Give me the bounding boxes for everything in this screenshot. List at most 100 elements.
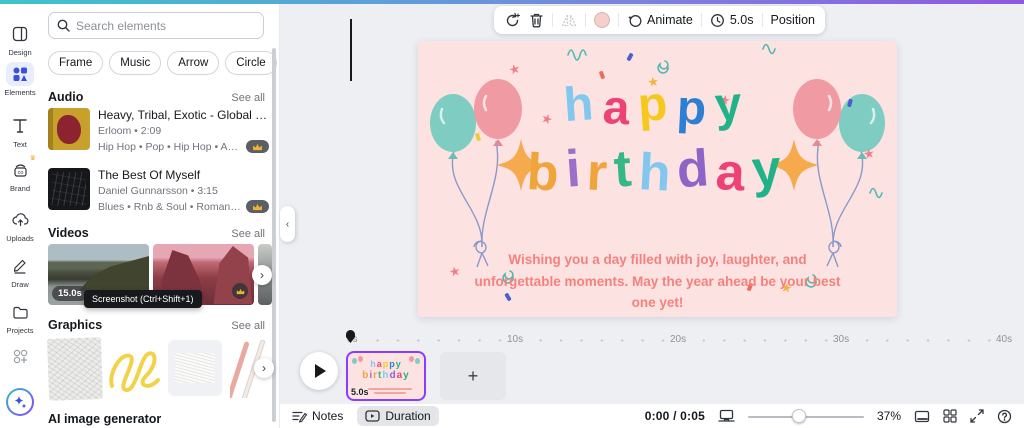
track-meta: Daniel Gunnarsson • 3:15	[98, 185, 269, 197]
toolbar-divider	[552, 13, 553, 27]
animate-icon	[627, 13, 642, 28]
position-button[interactable]: Position	[771, 13, 815, 27]
videos-section-header: Videos See all	[48, 226, 265, 240]
section-title: Videos	[48, 226, 89, 240]
tick-10s: 10s	[504, 334, 526, 345]
graphics-see-all-link[interactable]: See all	[231, 320, 265, 332]
design-page[interactable]: ★ ★ ★ ★ ★ ★ ★ happy birthday Wishing	[418, 41, 897, 317]
track-tags: Blues • Rnb & Soul • Romantic • Laid	[98, 201, 242, 213]
toolbar-divider	[701, 13, 702, 27]
magic-ai-button[interactable]	[0, 388, 40, 416]
audio-section-header: Audio See all	[48, 90, 265, 104]
design-icon	[6, 22, 34, 46]
play-button[interactable]	[300, 352, 338, 390]
panel-collapse-button[interactable]: ‹	[280, 206, 295, 242]
animate-button[interactable]: Animate	[627, 13, 693, 28]
search-icon	[57, 19, 70, 32]
toolbar-divider	[618, 13, 619, 27]
track-title: Heavy, Tribal, Exotic - Global Gan...	[98, 108, 269, 122]
play-icon	[315, 364, 326, 378]
sidebar-item-projects[interactable]: Projects	[0, 300, 40, 335]
timeline-clips: happy birthday 5.0s +	[280, 351, 1024, 403]
sidebar-label: Uploads	[6, 234, 34, 243]
sidebar-item-text[interactable]: Text	[0, 114, 40, 149]
graphic-paper-texture[interactable]	[47, 337, 103, 401]
toolbar-divider	[762, 13, 763, 27]
bottom-bar: Notes Duration 0:00 / 0:05 37%	[280, 404, 1024, 428]
projects-icon	[6, 300, 34, 324]
sidebar-item-brand[interactable]: ♛ co Brand	[0, 158, 40, 193]
notes-icon	[292, 410, 307, 423]
loop-icon[interactable]	[504, 12, 521, 29]
sidebar-label: Projects	[6, 326, 33, 335]
album-art	[48, 108, 90, 150]
chip-arrow[interactable]: Arrow	[167, 51, 219, 75]
sidebar-item-elements[interactable]: Elements	[0, 62, 40, 97]
graphic-yellow-scribble[interactable]	[106, 342, 162, 394]
chip-circle[interactable]: Circle	[225, 51, 276, 75]
tick-40s: 40s	[993, 334, 1015, 345]
duration-toggle-button[interactable]: Duration	[357, 406, 438, 426]
playhead-marker[interactable]	[344, 329, 357, 344]
audio-track-row[interactable]: The Best Of Myself Daniel Gunnarsson • 3…	[48, 168, 269, 216]
videos-next-icon[interactable]: ›	[252, 265, 272, 285]
crown-icon: ♛	[30, 154, 36, 162]
card-subtitle: Wishing you a day filled with joy, laugh…	[466, 249, 849, 314]
notes-button[interactable]: Notes	[292, 409, 343, 423]
sidebar-item-apps[interactable]	[0, 344, 40, 368]
clip-duration-label: 5.0s	[351, 387, 369, 397]
clock-icon	[710, 13, 725, 28]
grid-view-icon[interactable]	[943, 409, 957, 423]
search-box[interactable]	[48, 12, 264, 39]
track-tags: Hip Hop • Pop • Hip Hop • Angry •...	[98, 141, 242, 153]
search-input[interactable]	[76, 19, 246, 33]
zoom-slider-knob[interactable]	[792, 409, 806, 423]
sidebar-item-design[interactable]: Design	[0, 22, 40, 57]
elements-icon	[6, 62, 34, 86]
delete-icon[interactable]	[529, 12, 544, 28]
sidebar-item-draw[interactable]: Draw	[0, 254, 40, 289]
elements-panel: Frame Music Arrow Circle › Audio See all…	[40, 4, 280, 428]
pro-crown-badge	[246, 200, 269, 213]
sidebar-label: Draw	[11, 280, 29, 289]
flip-icon-disabled	[561, 13, 577, 28]
sidebar-label: Elements	[4, 88, 35, 97]
track-meta: Erloom • 2:09	[98, 125, 269, 137]
svg-text:★: ★	[507, 60, 522, 78]
chip-music[interactable]: Music	[109, 51, 161, 75]
window-top-gradient	[0, 0, 1024, 4]
svg-text:co: co	[17, 170, 23, 176]
text-icon	[6, 114, 34, 138]
present-icon[interactable]	[914, 410, 930, 423]
add-page-button[interactable]: +	[440, 352, 506, 400]
ai-section-header: AI image generator	[48, 412, 265, 426]
section-title: Graphics	[48, 318, 102, 332]
timeline-ruler[interactable]: 0s 10s 20s 30s 40s	[280, 330, 1024, 350]
sidebar-item-uploads[interactable]: Uploads	[0, 208, 40, 243]
videos-see-all-link[interactable]: See all	[231, 228, 265, 240]
laptop-icon[interactable]	[718, 409, 735, 423]
section-title: Audio	[48, 90, 83, 104]
headline-birthday: birthday	[418, 145, 897, 197]
sidebar-label: Design	[8, 48, 31, 57]
help-icon[interactable]	[997, 409, 1012, 424]
screenshot-tooltip: Screenshot (Ctrl+Shift+1)	[84, 290, 202, 308]
duration-button[interactable]: 5.0s	[710, 13, 754, 28]
audio-see-all-link[interactable]: See all	[231, 92, 265, 104]
tick-30s: 30s	[830, 334, 852, 345]
svg-text:★: ★	[448, 263, 463, 280]
chip-frame[interactable]: Frame	[48, 51, 103, 75]
album-art	[48, 168, 90, 210]
canvas-area[interactable]: Animate 5.0s Position	[280, 4, 1024, 428]
zoom-slider[interactable]	[748, 409, 864, 423]
fullscreen-icon[interactable]	[970, 409, 984, 423]
section-title: AI image generator	[48, 412, 161, 426]
page-clip-thumbnail[interactable]: happy birthday 5.0s	[346, 351, 426, 401]
background-color-swatch[interactable]	[594, 12, 610, 28]
graphic-crinkled-paper[interactable]	[168, 340, 222, 396]
apps-icon	[6, 344, 34, 368]
graphics-next-icon[interactable]: ›	[254, 358, 274, 378]
page-toolbar: Animate 5.0s Position	[494, 6, 825, 34]
audio-track-row[interactable]: Heavy, Tribal, Exotic - Global Gan... Er…	[48, 108, 269, 156]
filter-chips: Frame Music Arrow Circle ›	[48, 50, 280, 75]
